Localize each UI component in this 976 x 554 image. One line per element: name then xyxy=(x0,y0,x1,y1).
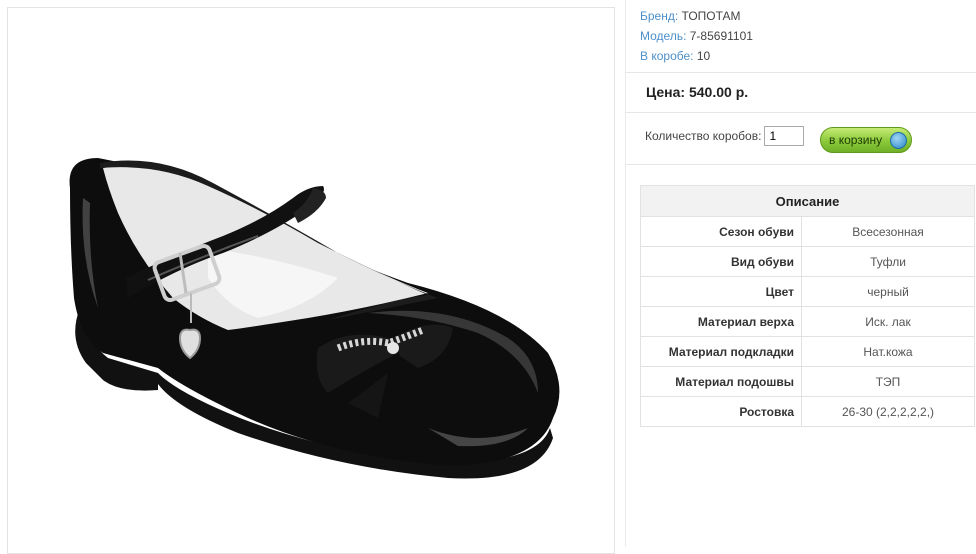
add-to-cart-label: в корзину xyxy=(829,133,883,147)
spec-row: Ростовка 26-30 (2,2,2,2,2,) xyxy=(640,396,975,427)
spec-value: 26-30 (2,2,2,2,2,) xyxy=(801,396,975,427)
spec-row: Вид обуви Туфли xyxy=(640,246,975,277)
brand-label: Бренд: xyxy=(640,9,679,23)
box-value: 10 xyxy=(696,49,711,63)
quantity-row: Количество коробов: xyxy=(645,126,805,146)
model-value: 7-85691101 xyxy=(689,29,753,43)
spec-row: Материал верха Иск. лак xyxy=(640,306,975,337)
divider-line xyxy=(626,72,976,73)
spec-value: Всесезонная xyxy=(801,216,975,247)
spec-value: Иск. лак xyxy=(801,306,975,337)
box-row: В коробе: 10 xyxy=(640,46,753,66)
price: Цена: 540.00 р. xyxy=(646,84,749,100)
spec-key: Материал верха xyxy=(640,306,802,337)
spec-row: Цвет черный xyxy=(640,276,975,307)
divider-line xyxy=(626,112,976,113)
spec-key: Вид обуви xyxy=(640,246,802,277)
quantity-label: Количество коробов: xyxy=(645,129,762,143)
spec-value: черный xyxy=(801,276,975,307)
product-meta: Бренд: ТОПОТАМ Модель: 7-85691101 В коро… xyxy=(640,6,753,66)
basket-icon xyxy=(890,132,907,149)
spec-value: Туфли xyxy=(801,246,975,277)
spec-row: Материал подошвы ТЭП xyxy=(640,366,975,397)
spec-title: Описание xyxy=(640,185,975,217)
spec-key: Материал подкладки xyxy=(640,336,802,367)
spec-value: ТЭП xyxy=(801,366,975,397)
product-image-panel xyxy=(7,7,615,554)
add-to-cart-button[interactable]: в корзину xyxy=(820,127,912,153)
spec-value: Нат.кожа xyxy=(801,336,975,367)
spec-row: Сезон обуви Всесезонная xyxy=(640,216,975,247)
box-label: В коробе: xyxy=(640,49,694,63)
model-row: Модель: 7-85691101 xyxy=(640,26,753,46)
spec-key: Материал подошвы xyxy=(640,366,802,397)
brand-value[interactable]: ТОПОТАМ xyxy=(682,9,741,23)
brand-row: Бренд: ТОПОТАМ xyxy=(640,6,753,26)
quantity-input[interactable] xyxy=(764,126,805,146)
spec-key: Цвет xyxy=(640,276,802,307)
spec-key: Сезон обуви xyxy=(640,216,802,247)
vertical-divider xyxy=(625,0,626,547)
spec-header-row: Описание xyxy=(640,185,975,217)
divider-line xyxy=(626,164,976,165)
spec-table: Описание Сезон обуви Всесезонная Вид обу… xyxy=(640,185,975,427)
spec-key: Ростовка xyxy=(640,396,802,427)
spec-row: Материал подкладки Нат.кожа xyxy=(640,336,975,367)
model-label: Модель: xyxy=(640,29,687,43)
product-shoe-image[interactable] xyxy=(8,8,614,548)
